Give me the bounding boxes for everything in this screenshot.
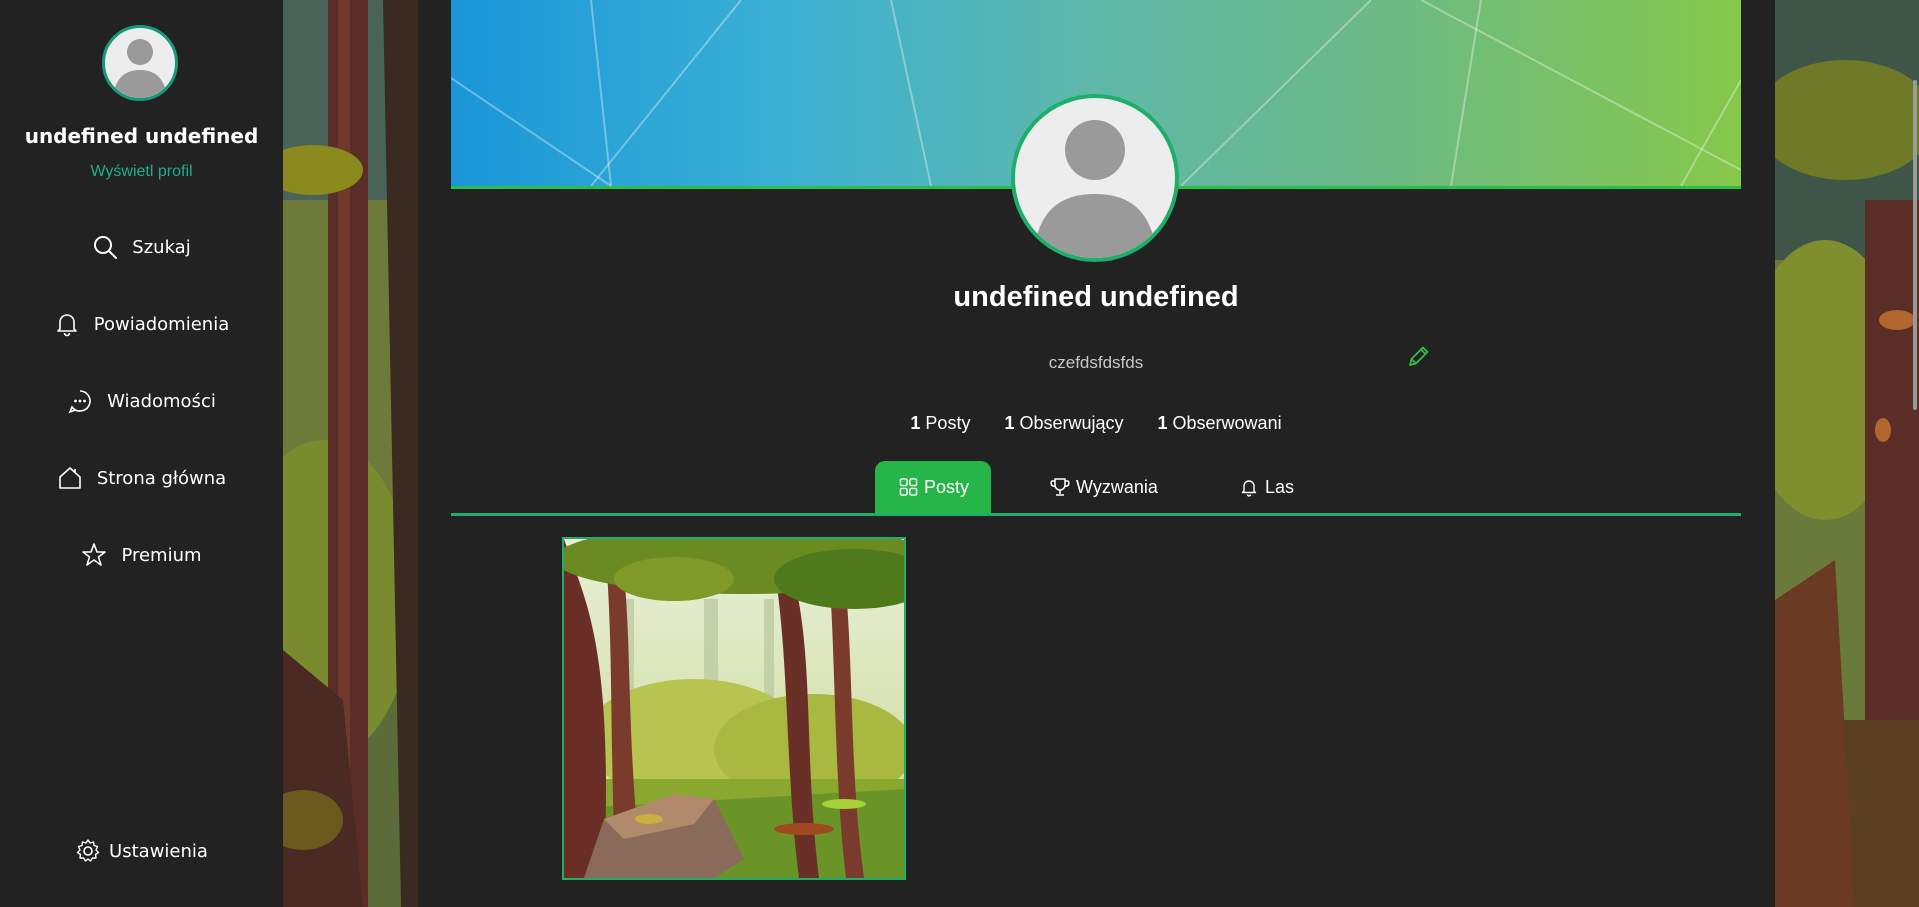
- nav-item-label: Strona główna: [96, 467, 227, 489]
- profile-avatar[interactable]: [1011, 94, 1179, 262]
- bell-icon: [1241, 480, 1257, 497]
- stat-posts[interactable]: 1 Posty: [910, 413, 970, 434]
- bell-icon: [56, 314, 77, 337]
- search-icon: [94, 236, 118, 259]
- pencil-icon[interactable]: [1406, 343, 1432, 369]
- stat-count: 1: [1004, 413, 1015, 433]
- nav-item-label: Wiadomości: [107, 390, 216, 412]
- nav-item-label: Szukaj: [132, 236, 191, 258]
- nav-item-settings[interactable]: Ustawienia: [0, 831, 283, 871]
- profile-bio: czefdsfdsfds: [1048, 353, 1144, 372]
- sidebar-avatar[interactable]: [102, 25, 178, 101]
- user-silhouette-icon: [1033, 120, 1157, 258]
- stat-label: Obserwowani: [1172, 413, 1282, 433]
- nav-item-notifications[interactable]: Powiadomienia: [0, 304, 283, 344]
- gear-icon: [76, 839, 100, 862]
- nav-item-messages[interactable]: Wiadomości: [0, 381, 283, 421]
- sidebar: undefined undefined Wyświetl profil Szuk…: [0, 0, 283, 907]
- user-silhouette-icon: [113, 39, 167, 98]
- chat-icon: [68, 390, 91, 414]
- home-icon: [59, 467, 81, 489]
- view-profile-link[interactable]: Wyświetl profil: [0, 163, 283, 181]
- star-icon: [82, 543, 107, 566]
- profile-stats: 1 Posty 1 Obserwujący 1 Obserwowani: [451, 413, 1741, 434]
- nav-item-search[interactable]: Szukaj: [0, 227, 283, 267]
- tab-forest[interactable]: Las: [1239, 461, 1294, 513]
- forest-image: [564, 539, 904, 878]
- stat-label: Obserwujący: [1019, 413, 1124, 433]
- stat-count: 1: [910, 413, 921, 433]
- nav-item-label: Powiadomienia: [93, 313, 230, 335]
- stat-label: Posty: [925, 413, 971, 433]
- tab-label: Wyzwania: [1076, 476, 1158, 497]
- stat-following[interactable]: 1 Obserwowani: [1158, 413, 1282, 434]
- background-forest-right: [1775, 0, 1919, 907]
- post-thumbnail[interactable]: [562, 537, 906, 880]
- grid-icon: [899, 478, 918, 496]
- trophy-icon: [1050, 478, 1070, 496]
- nav-item-label: Ustawienia: [109, 840, 208, 862]
- stat-count: 1: [1157, 413, 1168, 433]
- tab-challenges[interactable]: Wyzwania: [1050, 461, 1158, 513]
- tab-posts[interactable]: Posty: [875, 461, 991, 513]
- sidebar-user-name: undefined undefined: [24, 124, 259, 148]
- scrollbar[interactable]: [1913, 80, 1917, 410]
- tab-label: Posty: [923, 476, 969, 497]
- nav-item-premium[interactable]: Premium: [0, 535, 283, 575]
- tab-label: Las: [1265, 476, 1295, 497]
- background-forest-left: [283, 0, 418, 907]
- stat-followers[interactable]: 1 Obserwujący: [1004, 413, 1123, 434]
- nav-item-label: Premium: [121, 544, 202, 566]
- tabs-divider: [451, 513, 1741, 516]
- nav-item-home[interactable]: Strona główna: [0, 458, 283, 498]
- profile-name: undefined undefined: [953, 281, 1239, 313]
